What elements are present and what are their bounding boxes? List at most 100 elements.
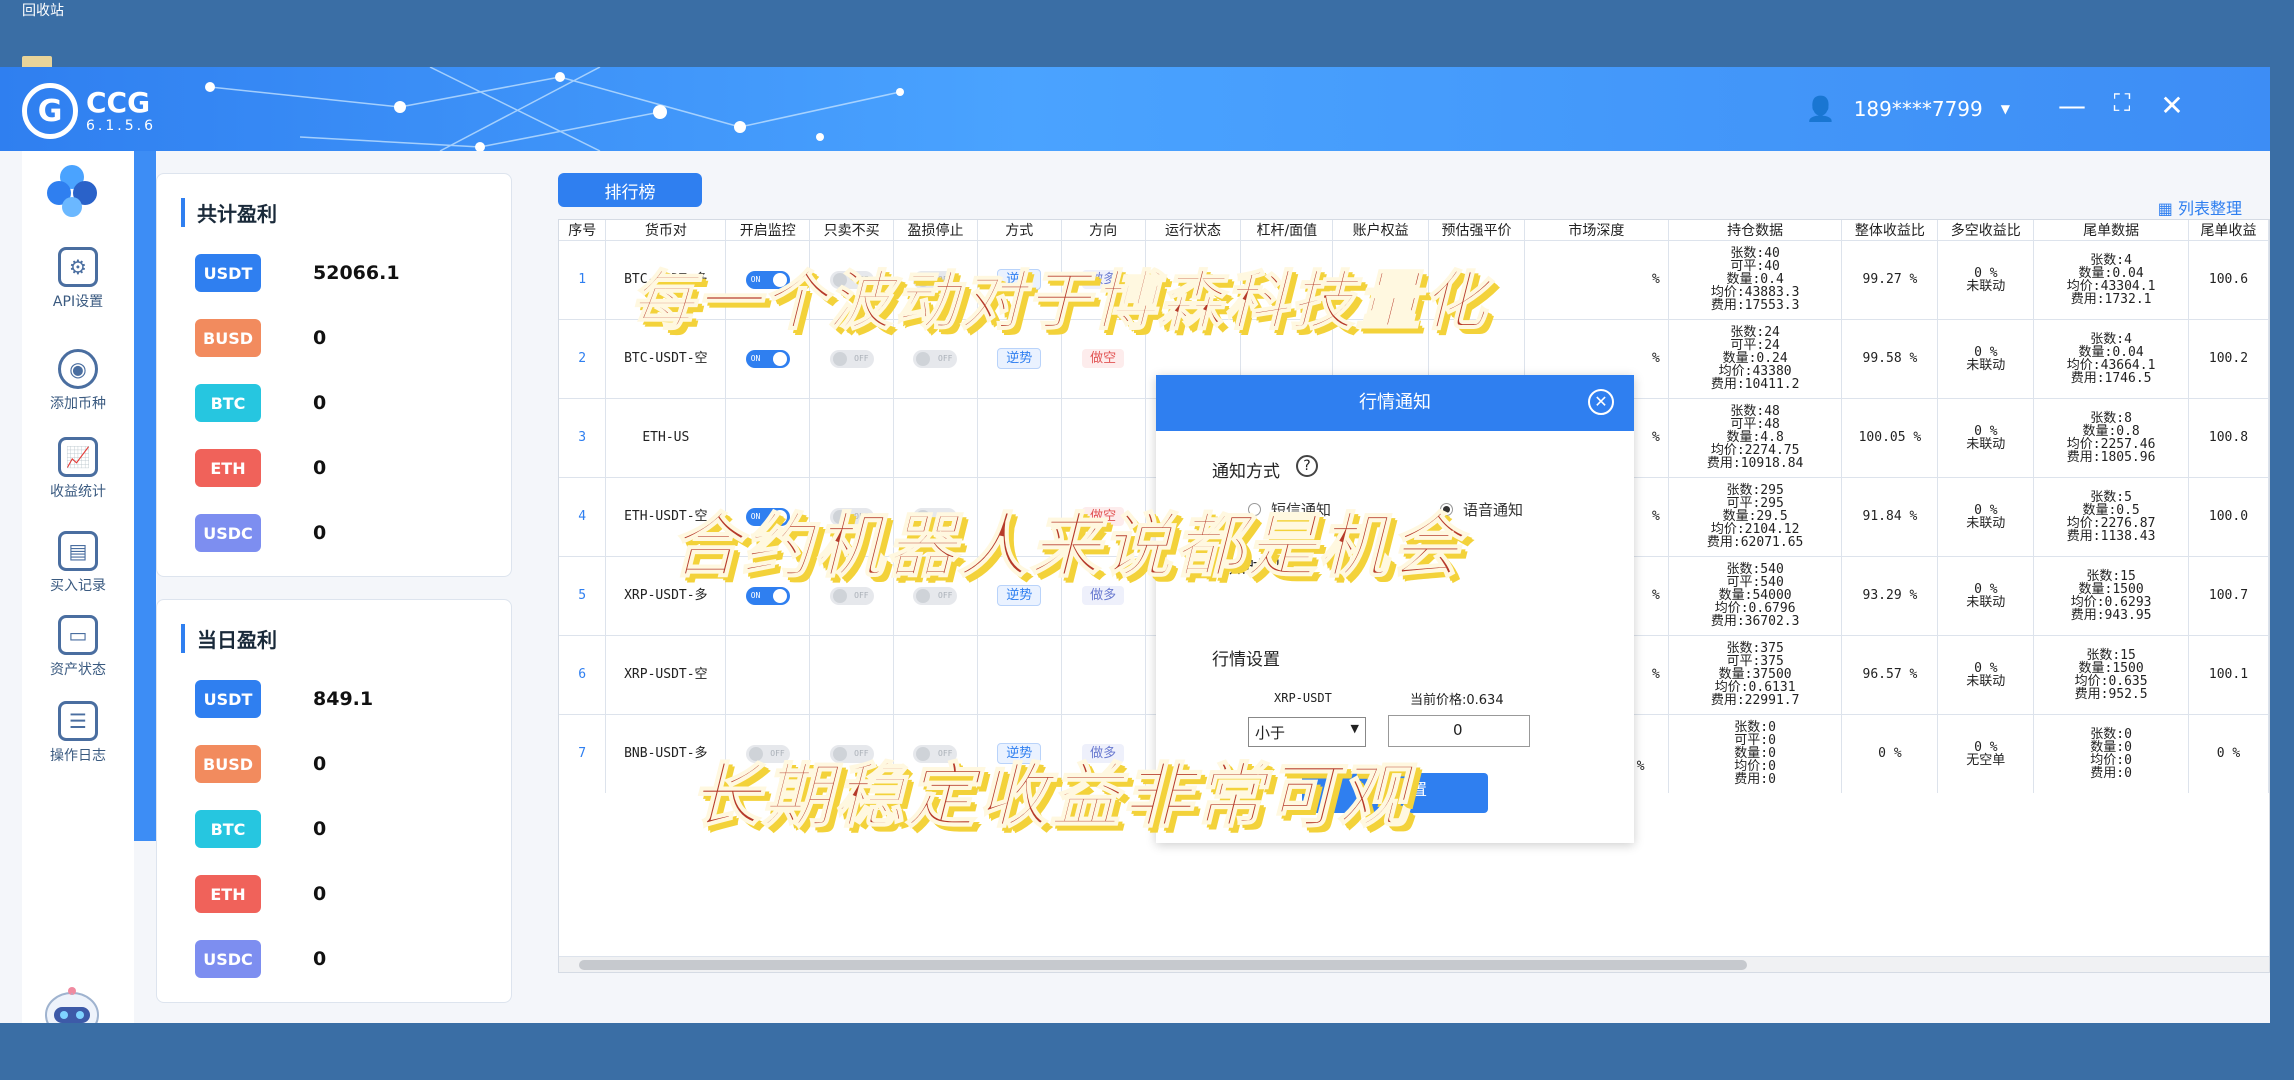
stop-loss-toggle[interactable]: OFF <box>913 349 958 368</box>
column-header[interactable]: 只卖不买 <box>809 220 895 240</box>
sidebar-item-profit-stats[interactable]: 📈 收益统计 <box>22 437 134 501</box>
coin-value: 52066.1 <box>313 262 400 284</box>
tail-line: 张数:8 <box>2090 410 2132 426</box>
column-header[interactable]: 多空收益比 <box>1937 220 2035 240</box>
help-icon[interactable]: ? <box>1296 455 1318 477</box>
coin-badge: ETH <box>195 449 261 487</box>
column-header[interactable]: 尾单收益 <box>2188 220 2269 240</box>
maximize-button[interactable]: ⛶ <box>2102 89 2142 117</box>
coin-row: USDC 0 <box>195 514 326 552</box>
market-settings-label: 行情设置 <box>1212 650 1280 670</box>
long-short-cell: 0 % 未联动 <box>1937 634 2035 714</box>
total-return-cell: 93.29 % <box>1841 555 1939 635</box>
user-phone: 189****7799 <box>1853 97 1983 121</box>
horizontal-scrollbar[interactable] <box>559 956 2269 972</box>
chevron-down-icon[interactable]: ▼ <box>2001 102 2010 116</box>
position-cell: 张数:0 可平:0 数量:0 均价:0 费用:0 <box>1668 713 1843 793</box>
tail-return-cell: 0 % <box>2188 713 2269 793</box>
column-header[interactable]: 开启监控 <box>725 220 811 240</box>
column-header[interactable]: 方向 <box>1061 220 1146 240</box>
sidebar-item-api-settings[interactable]: ⚙ API设置 <box>22 247 134 311</box>
long-short-line: 0 % <box>1974 344 1998 360</box>
column-header[interactable]: 预估强平价 <box>1428 220 1525 240</box>
minimize-button[interactable]: — <box>2052 89 2092 122</box>
ranking-button[interactable]: 排行榜 <box>558 173 702 207</box>
current-price-label: 当前价格:0.634 <box>1410 693 1504 708</box>
column-header[interactable]: 序号 <box>559 220 607 240</box>
tail-line: 数量:0 <box>2090 739 2132 755</box>
position-line: 费用:17553.3 <box>1710 298 1800 313</box>
tail-cell: 张数:4 数量:0.04 均价:43664.1 费用:1746.5 <box>2033 318 2189 398</box>
tail-return-cell: 100.2 <box>2188 318 2269 398</box>
close-button[interactable]: ✕ <box>2152 89 2192 122</box>
scrollbar-thumb[interactable] <box>579 960 1747 970</box>
list-manage-link[interactable]: ▦ 列表整理 <box>2158 195 2242 219</box>
tail-line: 均价:0.635 <box>2074 673 2148 689</box>
tail-line: 均价:43304.1 <box>2066 278 2156 294</box>
long-short-cell: 0 % 未联动 <box>1937 318 2035 398</box>
total-return-cell: 91.84 % <box>1841 476 1939 556</box>
tail-line: 均价:0 <box>2090 752 2132 768</box>
sidebar-item-buy-records[interactable]: ▤ 买入记录 <box>22 531 134 595</box>
tail-return-cell: 100.6 <box>2188 239 2269 319</box>
coin-value: 0 <box>313 883 327 905</box>
tail-return-cell: 100.7 <box>2188 555 2269 635</box>
column-header[interactable]: 账户权益 <box>1332 220 1430 240</box>
sell-only-toggle[interactable]: OFF <box>829 349 874 368</box>
coin-badge: ETH <box>195 875 261 913</box>
coin-badge: BTC <box>195 810 261 848</box>
column-header[interactable]: 运行状态 <box>1145 220 1242 240</box>
pair-cell: XRP-USDT-空 <box>605 634 727 714</box>
row-index: 7 <box>559 713 607 793</box>
position-line: 费用:62071.65 <box>1706 535 1804 550</box>
direction-cell <box>1061 634 1146 714</box>
sidebar-item-label: API设置 <box>52 294 104 310</box>
long-short-line: 0 % <box>1974 581 1998 597</box>
user-icon: 👤 <box>1805 95 1836 123</box>
position-line: 费用:10918.84 <box>1706 456 1804 471</box>
tail-line: 张数:15 <box>2086 647 2136 663</box>
tail-line: 费用:943.95 <box>2070 607 2152 623</box>
tail-cell: 张数:15 数量:1500 均价:0.6293 费用:943.95 <box>2033 555 2189 635</box>
user-menu[interactable]: 👤 189****7799 ▼ <box>1806 95 2010 123</box>
sidebar-item-operation-log[interactable]: ☰ 操作日志 <box>22 701 134 765</box>
close-icon[interactable]: ✕ <box>1588 389 1614 415</box>
tail-line: 数量:0.04 <box>2078 344 2144 360</box>
sidebar-item-asset-status[interactable]: ▭ 资产状态 <box>22 615 134 679</box>
total-return-cell: 99.27 % <box>1841 239 1939 319</box>
tail-return-cell: 100.0 <box>2188 476 2269 556</box>
tail-line: 张数:5 <box>2090 489 2132 505</box>
long-short-line: 0 % <box>1974 423 1998 439</box>
desktop-recycle-bin-label[interactable]: 回收站 <box>22 0 64 20</box>
direction-tag[interactable]: 做空 <box>1082 349 1125 368</box>
long-short-line: 无空单 <box>1966 752 2006 768</box>
total-return-cell: 0 % <box>1841 713 1939 793</box>
column-header[interactable]: 整体收益比 <box>1841 220 1939 240</box>
coin-row: USDT 52066.1 <box>195 254 400 292</box>
pair-cell: ETH-US <box>605 397 727 477</box>
mode-cell <box>977 634 1062 714</box>
column-header[interactable]: 持仓数据 <box>1668 220 1843 240</box>
column-header[interactable]: 盈损停止 <box>893 220 978 240</box>
long-short-cell: 0 % 未联动 <box>1937 397 2035 477</box>
app-logo: G CCG 6.1.5.6 <box>22 83 156 139</box>
column-header[interactable]: 货币对 <box>605 220 727 240</box>
position-cell: 张数:40 可平:40 数量:0.4 均价:43883.3 费用:17553.3 <box>1668 239 1843 319</box>
column-header[interactable]: 杠杆/面值 <box>1240 220 1334 240</box>
position-line: 费用:0 <box>1734 772 1776 788</box>
sidebar: ⚙ API设置 ◉ 添加币种 📈 收益统计 ▤ 买入记录 ▭ 资产状态 ☰ 操作… <box>22 151 156 1054</box>
sidebar-item-add-coin[interactable]: ◉ 添加币种 <box>22 349 134 413</box>
coin-badge: BTC <box>195 384 261 422</box>
monitor-toggle[interactable]: ON <box>745 349 790 368</box>
tail-cell: 张数:5 数量:0.5 均价:2276.87 费用:1138.43 <box>2033 476 2189 556</box>
column-header[interactable]: 市场深度 <box>1524 220 1669 240</box>
long-short-line: 0 % <box>1974 265 1998 281</box>
column-header[interactable]: 方式 <box>977 220 1062 240</box>
mode-tag[interactable]: 逆势 <box>997 348 1042 369</box>
coin-value: 0 <box>313 522 327 544</box>
column-header[interactable]: 尾单数据 <box>2033 220 2189 240</box>
gear-icon: ⚙ <box>58 247 98 287</box>
title-bar[interactable]: G CCG 6.1.5.6 👤 189****7799 ▼ — ⛶ ✕ <box>0 67 2270 151</box>
stop-loss-cell <box>893 397 978 477</box>
sell-only-cell <box>809 397 895 477</box>
